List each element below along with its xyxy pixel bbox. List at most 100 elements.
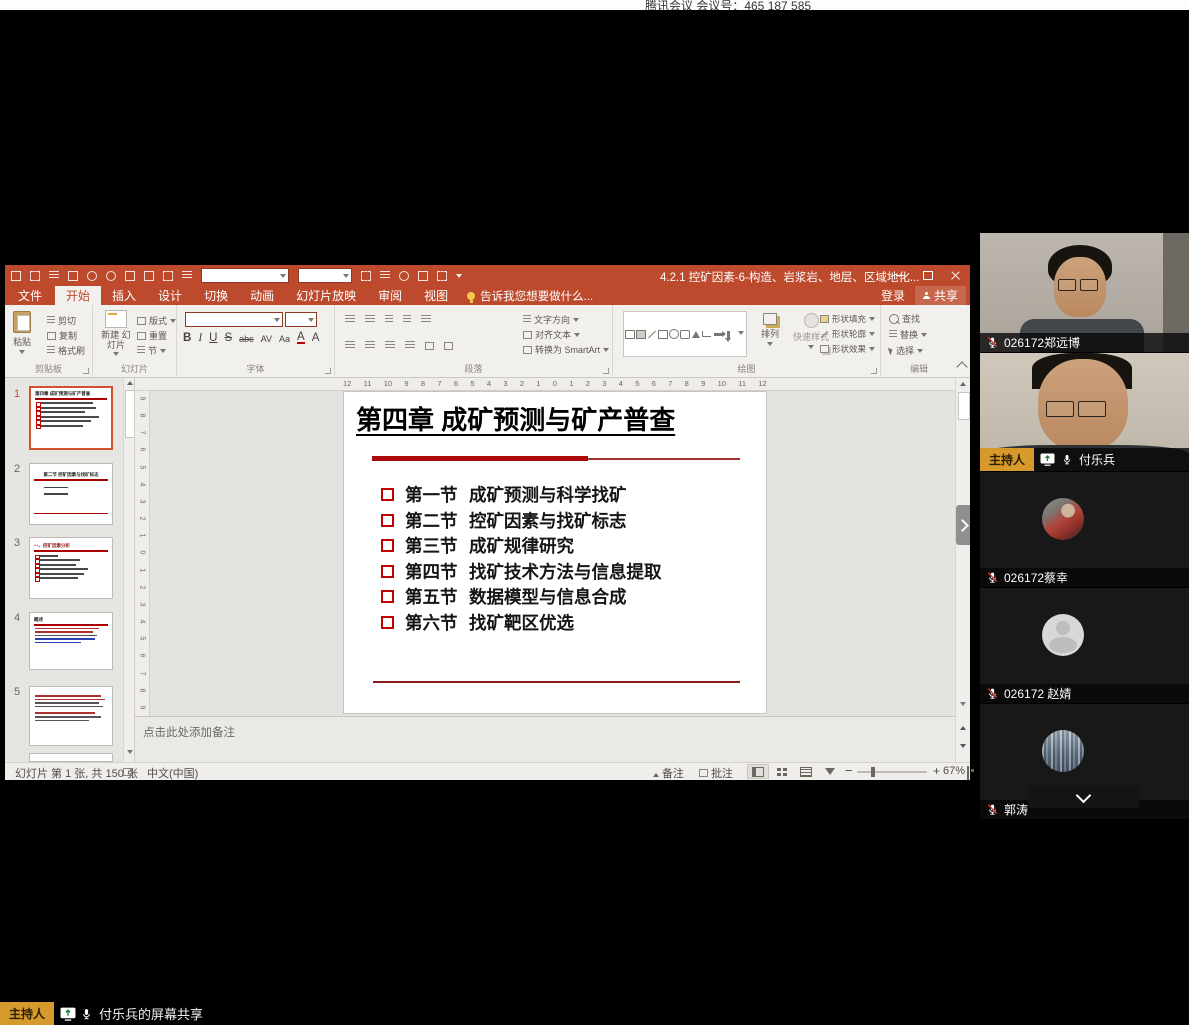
scroll-down-icon[interactable] xyxy=(127,750,133,754)
participant-tile[interactable]: 主持人 付乐兵 xyxy=(980,353,1189,472)
next-slide-icon[interactable] xyxy=(960,744,966,748)
shape-effects-button[interactable]: 形状效果 xyxy=(820,343,875,355)
triangle-shape-icon[interactable] xyxy=(692,331,700,338)
rounded-rect-shape-icon[interactable] xyxy=(680,330,690,339)
picture-shape-icon[interactable] xyxy=(636,330,646,339)
columns-icon[interactable] xyxy=(425,342,434,350)
tell-me-box[interactable]: 告诉我您想要做什么... xyxy=(459,286,601,305)
underline-button[interactable]: U xyxy=(209,332,217,344)
meeting-panel-expand-handle[interactable] xyxy=(956,505,970,545)
tab-insert[interactable]: 插入 xyxy=(101,286,147,305)
elbow-connector-icon[interactable] xyxy=(702,331,711,337)
shapes-gallery[interactable] xyxy=(623,311,747,357)
normal-view-button[interactable] xyxy=(747,764,769,779)
slide-thumbnail-1[interactable]: 第四章 成矿预测与矿产普查 xyxy=(29,386,113,450)
find-button[interactable]: 查找 xyxy=(889,312,920,325)
italic-button[interactable]: I xyxy=(198,332,202,344)
zoom-slider[interactable] xyxy=(857,771,927,773)
down-arrow-shape-icon[interactable] xyxy=(727,331,730,338)
font-name-combo[interactable] xyxy=(185,312,283,327)
open-icon[interactable] xyxy=(11,271,21,281)
font-color-icon[interactable] xyxy=(380,271,390,280)
tab-transitions[interactable]: 切换 xyxy=(193,286,239,305)
new-slide-icon[interactable] xyxy=(144,271,154,281)
share-button[interactable]: 共享 xyxy=(915,286,966,305)
scroll-up-icon[interactable] xyxy=(960,382,966,386)
tab-design[interactable]: 设计 xyxy=(147,286,193,305)
slide-sorter-view-button[interactable] xyxy=(771,764,793,779)
tab-slideshow[interactable]: 幻灯片放映 xyxy=(285,286,367,305)
rectangle-shape-icon[interactable] xyxy=(658,330,668,339)
slide-thumbnail-3[interactable]: 一、控矿因素分析 xyxy=(29,537,113,599)
slide-thumbnail-5[interactable] xyxy=(29,686,113,746)
char-spacing-button[interactable]: AV xyxy=(261,334,272,344)
decrease-indent-icon[interactable] xyxy=(385,315,393,324)
replace-button[interactable]: 替换 xyxy=(889,328,927,341)
tab-view[interactable]: 视图 xyxy=(413,286,459,305)
collapse-panel-button[interactable] xyxy=(1028,786,1139,808)
bold-button[interactable]: B xyxy=(183,332,191,344)
close-button[interactable] xyxy=(942,265,970,286)
dialog-launcher-icon[interactable] xyxy=(83,368,89,374)
shadow-button[interactable]: S xyxy=(224,332,232,344)
select-button[interactable]: 选择 xyxy=(889,344,923,357)
print-preview-icon[interactable] xyxy=(49,271,59,280)
justify-icon[interactable] xyxy=(405,341,415,350)
tab-animations[interactable]: 动画 xyxy=(239,286,285,305)
align-center-icon[interactable] xyxy=(365,341,375,350)
text-box-icon[interactable] xyxy=(444,342,453,350)
align-right-icon[interactable] xyxy=(385,341,395,350)
scroll-down-icon[interactable] xyxy=(960,702,966,706)
textbox-shape-icon[interactable] xyxy=(625,330,635,339)
undo-icon[interactable] xyxy=(87,271,97,281)
format-painter-icon[interactable] xyxy=(361,271,371,281)
highlight-button[interactable]: A xyxy=(312,332,320,344)
slide-canvas[interactable]: 第四章 成矿预测与矿产普查 第一节成矿预测与科学找矿 第二节控矿因素与找矿标志 … xyxy=(343,391,767,714)
participant-tile[interactable]: 026172蔡幸 xyxy=(980,472,1189,588)
slideshow-icon[interactable] xyxy=(125,271,135,281)
collapse-ribbon-icon[interactable] xyxy=(956,361,967,372)
line-shape-icon[interactable] xyxy=(648,330,656,338)
main-scrollbar[interactable] xyxy=(955,378,970,762)
slide-thumbnail-6[interactable] xyxy=(29,753,113,762)
dialog-launcher-icon[interactable] xyxy=(325,368,331,374)
restore-button[interactable] xyxy=(914,265,942,286)
strikethrough-button[interactable]: abc xyxy=(239,334,254,344)
dialog-launcher-icon[interactable] xyxy=(871,368,877,374)
slide-thumbnail-2[interactable]: 第二节 控矿因素与找矿标志 xyxy=(29,463,113,525)
format-painter-button[interactable]: 格式刷 xyxy=(47,344,85,357)
qat-customize-icon[interactable] xyxy=(456,274,462,278)
tab-file[interactable]: 文件 xyxy=(5,286,55,305)
increase-indent-icon[interactable] xyxy=(403,315,411,324)
comments-toggle[interactable]: 批注 xyxy=(699,765,733,781)
shape-fill-button[interactable]: 形状填充 xyxy=(820,313,875,325)
copy-button[interactable]: 复制 xyxy=(47,329,77,342)
redo-icon[interactable] xyxy=(106,271,116,281)
fit-to-window-button[interactable] xyxy=(967,767,969,779)
save-icon[interactable] xyxy=(68,271,78,281)
arrange-button[interactable]: 排列 xyxy=(753,313,787,346)
font-color-button[interactable]: A xyxy=(297,332,305,344)
zoom-level[interactable]: 67% xyxy=(943,765,965,777)
paste-button[interactable]: 粘贴 xyxy=(13,311,31,354)
dialog-launcher-icon[interactable] xyxy=(603,368,609,374)
notes-pane[interactable]: 点击此处添加备注 xyxy=(135,716,955,762)
language-indicator[interactable]: 中文(中国) xyxy=(147,765,198,781)
change-case-button[interactable]: Aa xyxy=(279,334,290,344)
align-left-icon[interactable] xyxy=(345,341,355,350)
scrollbar-thumb[interactable] xyxy=(958,392,970,420)
zoom-out-button[interactable]: − xyxy=(845,763,853,778)
numbered-list-icon[interactable] xyxy=(365,315,375,324)
reading-view-button[interactable] xyxy=(795,764,817,779)
notes-toggle[interactable]: 备注 xyxy=(653,765,684,781)
new-file-icon[interactable] xyxy=(30,271,40,281)
line-spacing-icon[interactable] xyxy=(421,315,431,324)
smartart-button[interactable]: 转换为 SmartArt xyxy=(523,343,609,356)
participant-tile[interactable]: 026172 赵婧 xyxy=(980,588,1189,704)
tab-review[interactable]: 审阅 xyxy=(367,286,413,305)
qat-font-name-combo[interactable] xyxy=(201,268,289,283)
zoom-slider-thumb[interactable] xyxy=(871,767,875,777)
font-size-combo[interactable] xyxy=(285,312,317,327)
reset-button[interactable]: 重置 xyxy=(137,329,167,342)
participant-tile[interactable]: 026172郑远博 xyxy=(980,233,1189,353)
